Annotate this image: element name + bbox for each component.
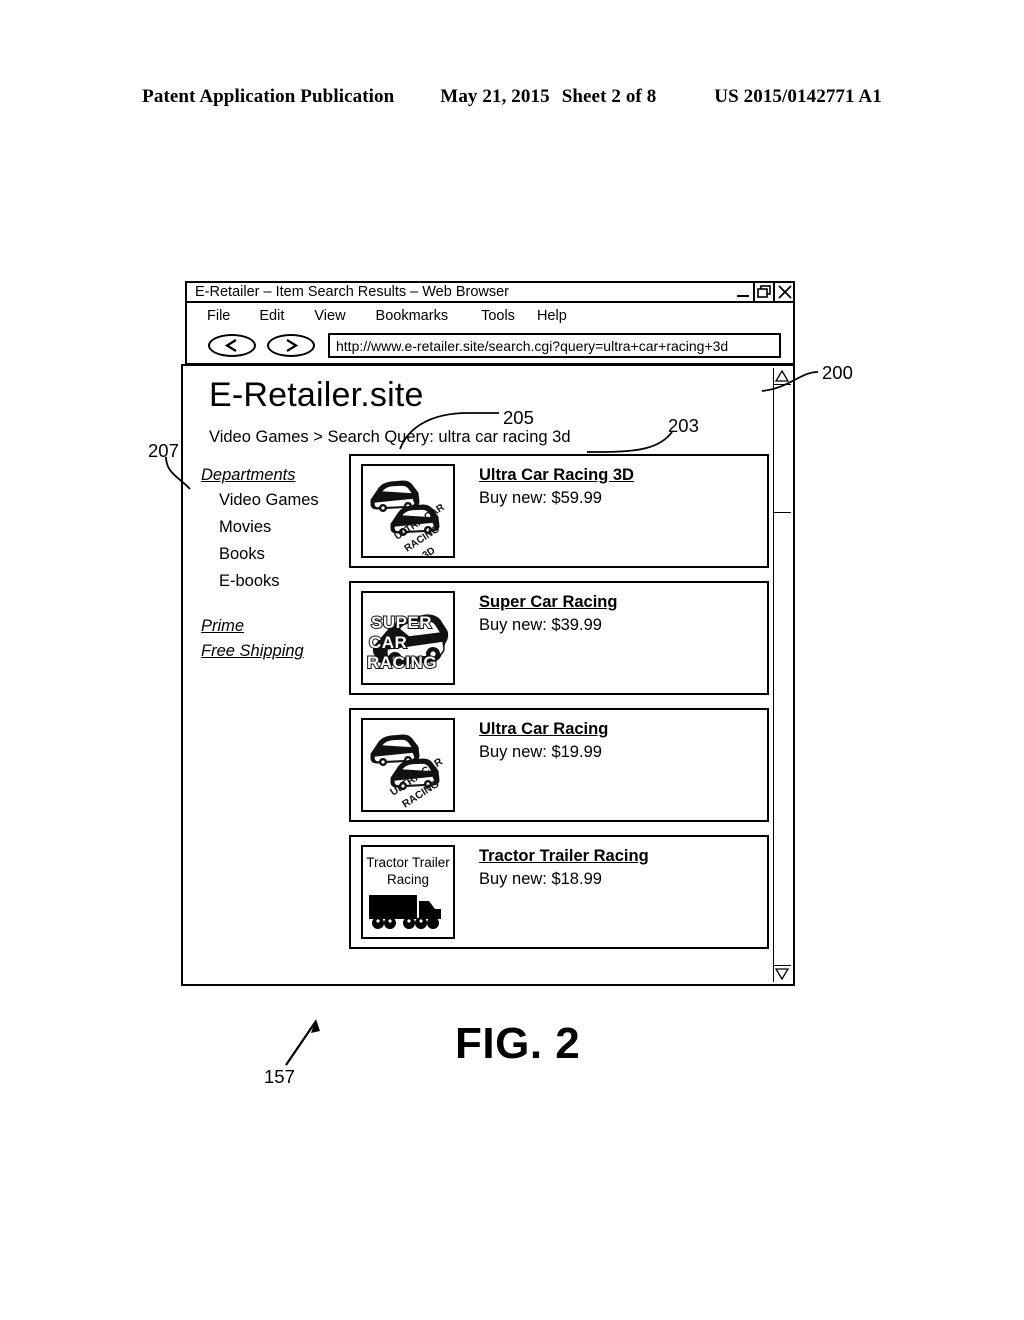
patent-publication-label: Patent Application Publication: [142, 86, 395, 107]
browser-chrome: File Edit View Bookmarks Tools Help http…: [185, 302, 795, 365]
patent-page-header: Patent Application Publication May 21, 2…: [0, 86, 1024, 108]
chevron-right-icon: [286, 339, 299, 352]
thumb-text-line-3: 3D: [421, 545, 438, 556]
super-car-icon: SUPER CAR RACING: [366, 612, 449, 673]
menu-item-view[interactable]: View: [314, 308, 345, 324]
window-controls: [733, 283, 793, 301]
navigation-row: http://www.e-retailer.site/search.cgi?qu…: [187, 332, 793, 362]
thumb-text-line-1: SUPER: [371, 613, 432, 632]
reference-numeral-207: 207: [148, 440, 179, 461]
sidebar: Departments Video Games Movies Books E-b…: [201, 466, 341, 667]
sidebar-item-prime[interactable]: Prime: [201, 617, 244, 636]
forward-button[interactable]: [267, 334, 315, 357]
restore-icon[interactable]: [753, 283, 773, 301]
truck-icon: [369, 895, 441, 929]
scroll-down-icon[interactable]: [774, 965, 791, 982]
patent-sheet-label: Sheet 2 of 8: [561, 86, 657, 107]
leader-arrowhead-157: [311, 1019, 320, 1033]
menu-item-edit[interactable]: Edit: [259, 308, 284, 324]
browser-titlebar: E-Retailer – Item Search Results – Web B…: [185, 281, 795, 303]
reference-numeral-200: 200: [822, 362, 853, 383]
browser-title: E-Retailer – Item Search Results – Web B…: [195, 284, 510, 300]
product-thumbnail[interactable]: ULTRA CAR RACING: [361, 718, 455, 812]
search-result-item[interactable]: Tractor Trailer Racing Tractor Trailer R…: [349, 835, 769, 949]
reference-numeral-203: 203: [668, 415, 699, 436]
reference-numeral-157: 157: [264, 1066, 295, 1087]
patent-date-label: May 21, 2015: [440, 86, 550, 107]
close-icon[interactable]: [773, 283, 793, 301]
thumb-text-line-2: CAR: [369, 633, 407, 652]
product-price: Buy new: $39.99: [479, 616, 602, 634]
product-price: Buy new: $59.99: [479, 489, 602, 507]
search-results-list: ULTRA CAR RACING 3D Ultra Car Racing 3D …: [349, 454, 769, 962]
product-title-link[interactable]: Tractor Trailer Racing: [479, 847, 649, 866]
site-title: E-Retailer.site: [209, 376, 424, 414]
product-price: Buy new: $18.99: [479, 870, 602, 888]
two-cars-icon: ULTRA CAR RACING: [370, 734, 445, 810]
patent-number-label: US 2015/0142771 A1: [714, 86, 882, 107]
figure-caption: FIG. 2: [455, 1019, 581, 1068]
thumb-text-line-3: RACING: [367, 653, 437, 672]
product-title-link[interactable]: Ultra Car Racing: [479, 720, 608, 739]
address-bar[interactable]: http://www.e-retailer.site/search.cgi?qu…: [328, 333, 781, 358]
minimize-icon[interactable]: [733, 283, 753, 301]
product-thumbnail[interactable]: SUPER CAR RACING: [361, 591, 455, 685]
web-page-content: E-Retailer.site Video Games > Search Que…: [183, 366, 773, 984]
breadcrumb: Video Games > Search Query: ultra car ra…: [209, 428, 571, 446]
menu-item-help[interactable]: Help: [537, 308, 567, 324]
reference-numeral-205: 205: [503, 407, 534, 428]
product-price: Buy new: $19.99: [479, 743, 602, 761]
leader-line-157: [285, 1020, 317, 1066]
sidebar-item-video-games[interactable]: Video Games: [219, 491, 341, 510]
address-bar-value: http://www.e-retailer.site/search.cgi?qu…: [336, 337, 729, 354]
product-info: Ultra Car Racing 3D Buy new: $59.99: [479, 466, 634, 508]
sidebar-item-free-shipping[interactable]: Free Shipping: [201, 642, 304, 661]
menu-item-bookmarks[interactable]: Bookmarks: [376, 308, 449, 324]
two-cars-icon: ULTRA CAR RACING 3D: [370, 480, 447, 556]
menu-item-tools[interactable]: Tools: [481, 308, 515, 324]
menu-item-file[interactable]: File: [207, 308, 230, 324]
search-result-item[interactable]: ULTRA CAR RACING 3D Ultra Car Racing 3D …: [349, 454, 769, 568]
back-button[interactable]: [208, 334, 256, 357]
menu-bar: File Edit View Bookmarks Tools Help: [187, 308, 793, 324]
product-thumbnail[interactable]: ULTRA CAR RACING 3D: [361, 464, 455, 558]
browser-viewport: E-Retailer.site Video Games > Search Que…: [181, 364, 795, 986]
product-title-link[interactable]: Ultra Car Racing 3D: [479, 466, 634, 485]
sidebar-item-movies[interactable]: Movies: [219, 518, 341, 537]
product-title-link[interactable]: Super Car Racing: [479, 593, 617, 612]
search-result-item[interactable]: SUPER CAR RACING Super Car Racing Buy ne…: [349, 581, 769, 695]
product-info: Ultra Car Racing Buy new: $19.99: [479, 720, 608, 762]
sidebar-heading-departments[interactable]: Departments: [201, 466, 295, 485]
browser-window: E-Retailer – Item Search Results – Web B…: [181, 281, 795, 986]
vertical-scrollbar[interactable]: [773, 368, 791, 982]
chevron-left-icon: [224, 339, 237, 352]
scroll-up-icon[interactable]: [774, 368, 791, 385]
sidebar-item-books[interactable]: Books: [219, 545, 341, 564]
search-result-item[interactable]: ULTRA CAR RACING Ultra Car Racing Buy ne…: [349, 708, 769, 822]
product-thumbnail[interactable]: Tractor Trailer Racing: [361, 845, 455, 939]
product-info: Super Car Racing Buy new: $39.99: [479, 593, 617, 635]
product-info: Tractor Trailer Racing Buy new: $18.99: [479, 847, 649, 889]
sidebar-item-ebooks[interactable]: E-books: [219, 572, 341, 591]
scrollbar-thumb[interactable]: [774, 385, 791, 513]
